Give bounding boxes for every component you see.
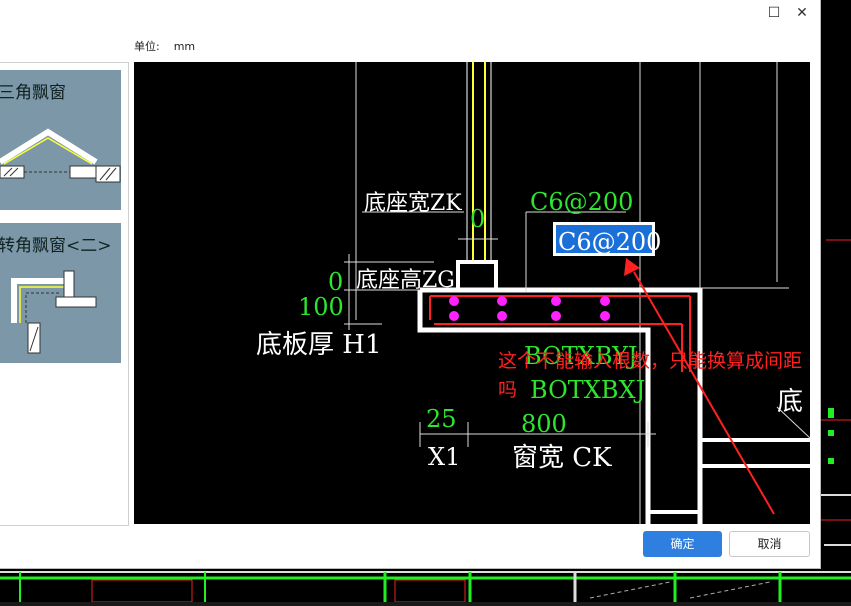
window-width-label: 窗宽 CK <box>512 443 612 473</box>
unit-value: mm <box>173 40 196 53</box>
annotation-arrow-line <box>633 271 775 515</box>
annotation-question-line2: 吗 <box>498 379 517 401</box>
base-width-value[interactable]: 0 <box>470 205 485 233</box>
maximize-icon[interactable]: ☐ <box>762 2 786 24</box>
close-icon[interactable]: ✕ <box>790 2 814 24</box>
base-width-label: 底座宽ZK <box>364 191 462 216</box>
list-item-triangle-bay-window[interactable]: 三角飘窗 <box>0 70 121 210</box>
base-height-label: 底座高ZG <box>356 268 455 293</box>
window-width-value[interactable]: 800 <box>521 410 567 438</box>
unit-label: 单位: <box>134 40 160 53</box>
slab-thickness-label: 底板厚 H1 <box>256 330 381 360</box>
list-item-corner-bay-window-2[interactable]: 转角飘窗<二> <box>0 223 121 363</box>
unit-indicator: 单位: mm <box>134 38 195 54</box>
slab-thickness-value[interactable]: 100 <box>298 293 344 321</box>
partial-label: 底 <box>777 387 803 417</box>
corner-bay-window-thumbnail <box>11 270 97 354</box>
background-cad-right <box>819 0 851 602</box>
window-preview-canvas: C6@200 底座宽ZK 0 C6@200 0 底座高ZG 100 底板厚 H1… <box>134 62 810 524</box>
background-cad-bottom <box>0 568 851 603</box>
ok-button[interactable]: 确定 <box>643 531 722 557</box>
base-height-value[interactable]: 0 <box>328 268 343 296</box>
cancel-button[interactable]: 取消 <box>729 531 810 557</box>
annotation-question-line1: 这个不能输入根数，只能换算成间距 <box>498 350 802 372</box>
window-type-dialog: ☐ ✕ 单位: mm 三角飘窗 转角飘窗<二> C6@200 底座宽ZK 0 C… <box>0 0 821 569</box>
x1-value[interactable]: 25 <box>426 405 457 433</box>
dialog-titlebar: ☐ ✕ <box>0 0 820 26</box>
window-type-list: 三角飘窗 转角飘窗<二> <box>0 62 129 526</box>
x1-label: X1 <box>428 443 460 471</box>
rebar-spacing-label[interactable]: C6@200 <box>530 188 633 216</box>
rebar-spacing-input[interactable]: C6@200 <box>558 228 661 256</box>
bottom-x-rebar-label[interactable]: BOTXBXJ <box>530 376 645 404</box>
annotation-arrow-head <box>624 258 640 276</box>
triangle-bay-window-thumbnail <box>0 128 121 183</box>
